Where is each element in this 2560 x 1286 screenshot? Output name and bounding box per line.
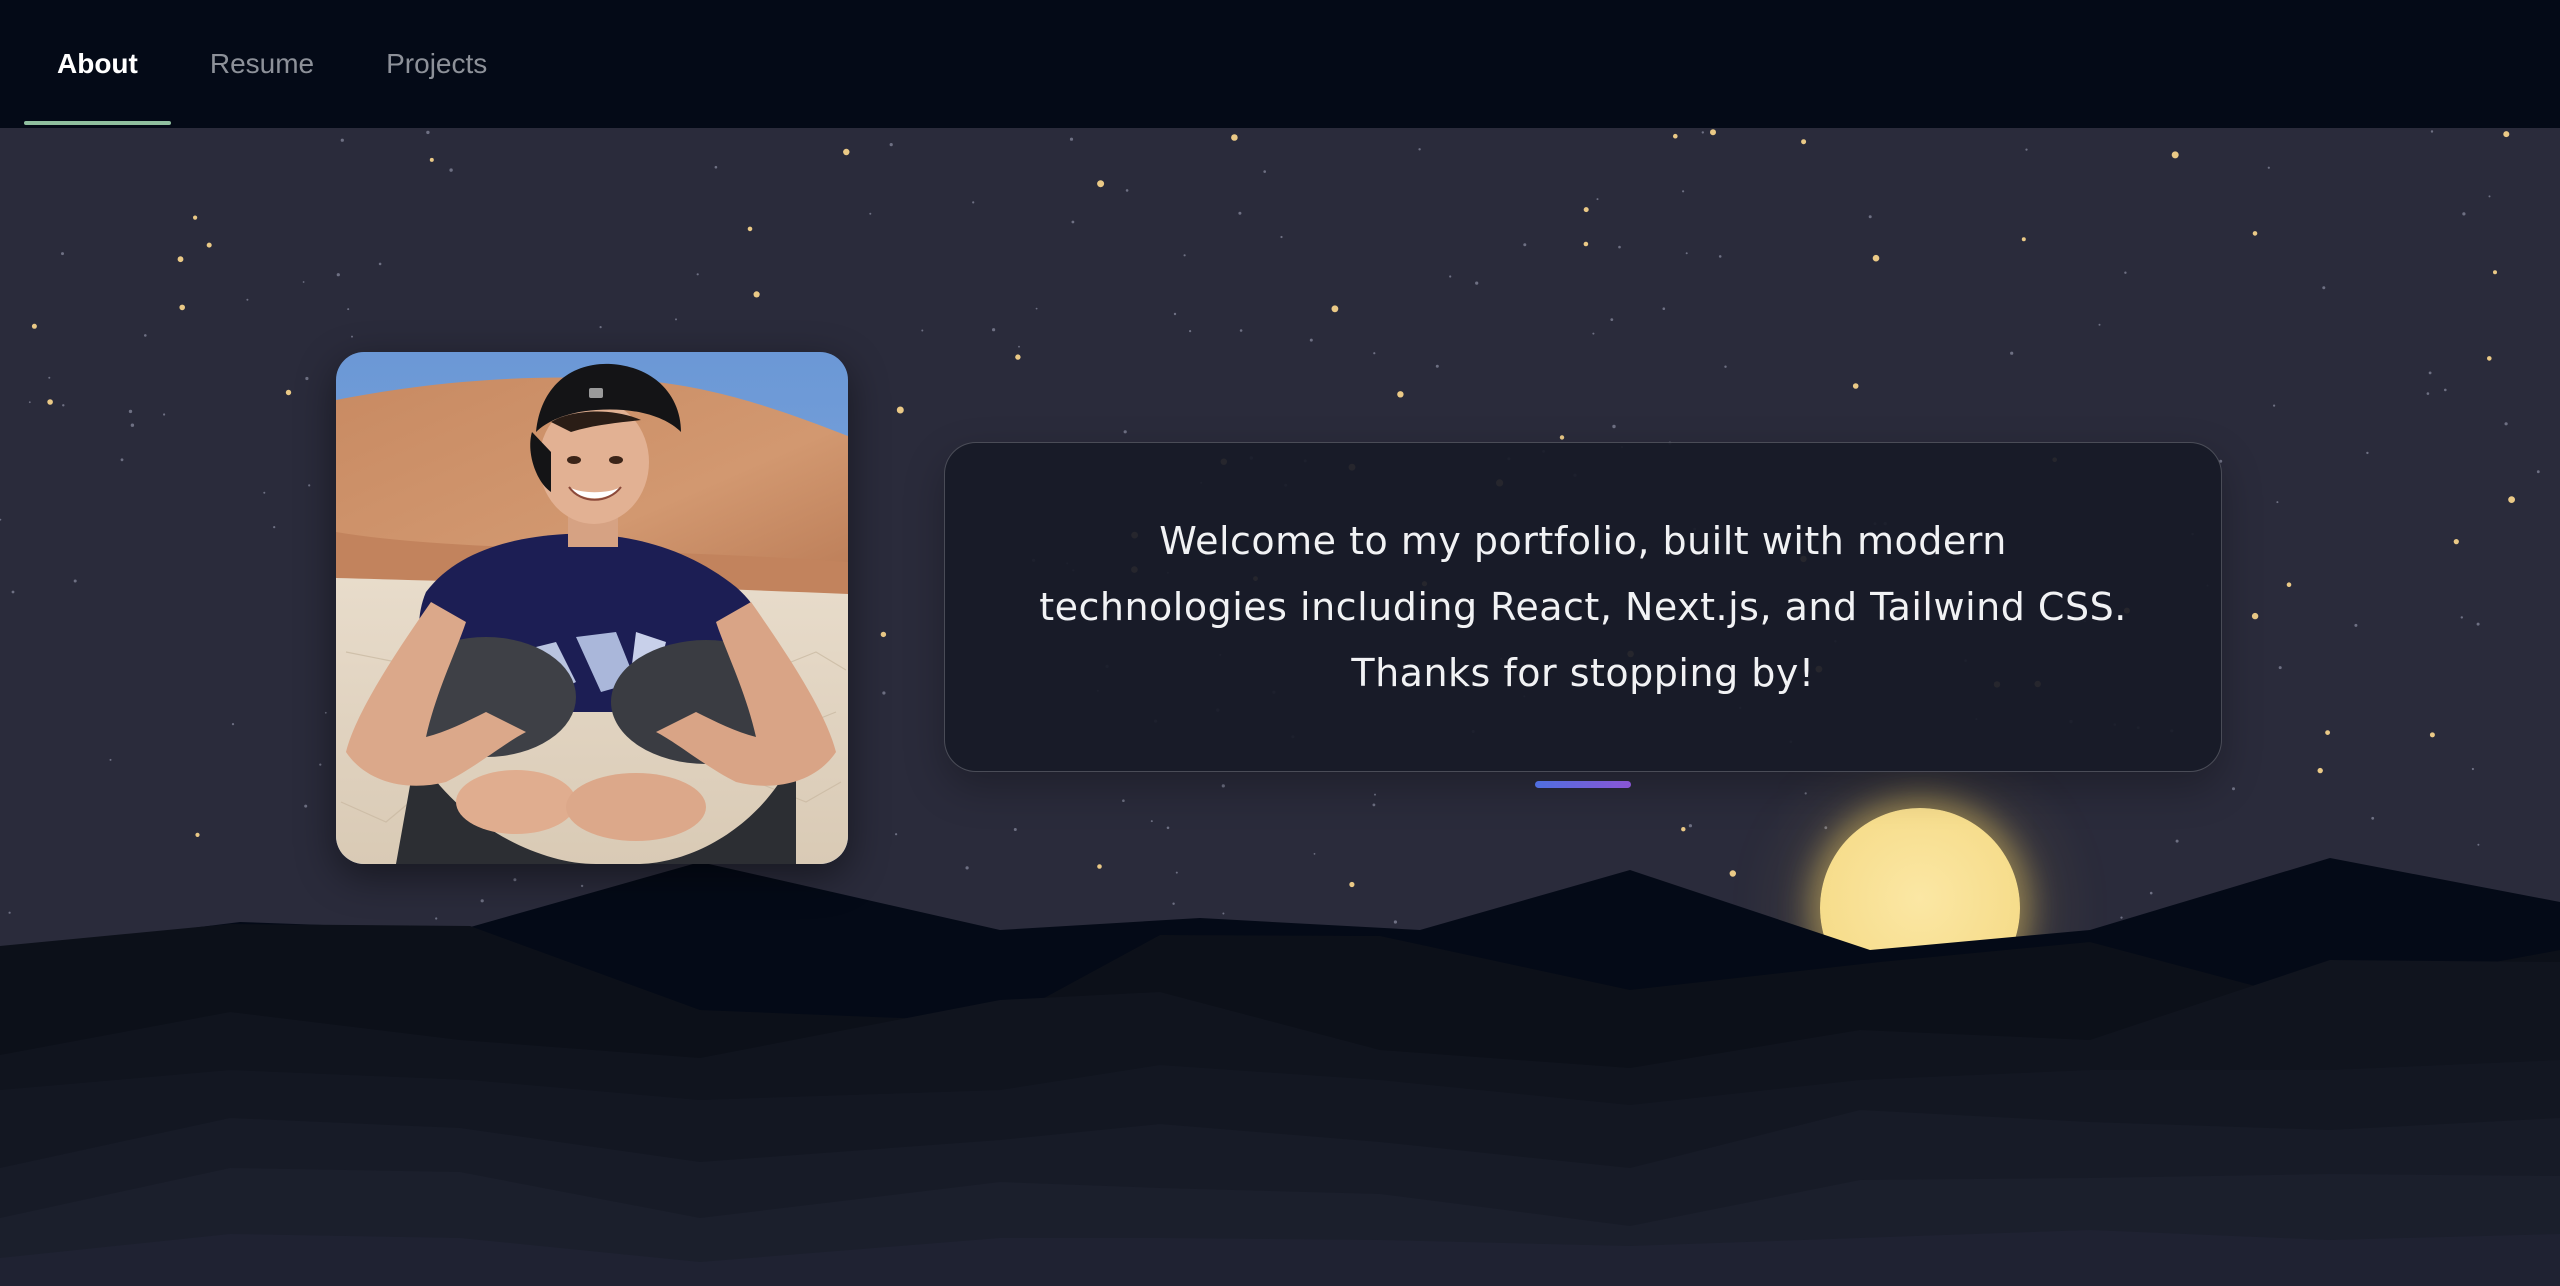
top-navigation-bar: About Resume Projects [0,0,2560,128]
tab-projects[interactable]: Projects [353,25,520,125]
tab-about[interactable]: About [24,25,171,125]
portrait-photo-icon [336,352,848,864]
welcome-card: Welcome to my portfolio, built with mode… [944,442,2222,772]
tab-resume[interactable]: Resume [177,25,347,125]
tab-projects-label: Projects [386,48,488,79]
profile-photo [336,352,848,864]
accent-underline [1535,781,1631,788]
tab-about-label: About [57,48,138,79]
tab-resume-label: Resume [209,48,315,79]
welcome-message: Welcome to my portfolio, built with mode… [1039,519,2127,695]
nav-tabs: About Resume Projects [24,0,526,128]
portfolio-page: About Resume Projects Welcome to my port… [0,0,2560,1286]
